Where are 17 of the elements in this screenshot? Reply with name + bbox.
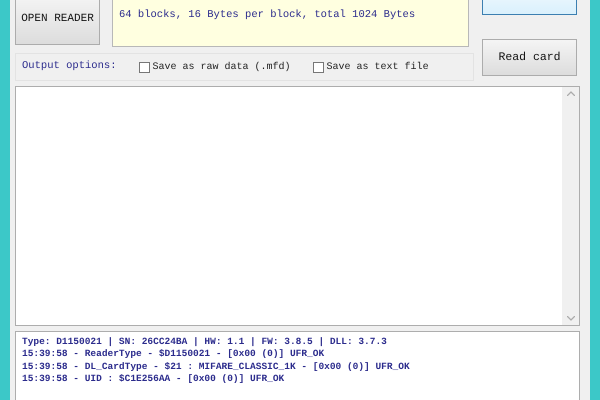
log-line: Type: D1150021 | SN: 26CC24BA | HW: 1.1 | FW: 3.8.5 | DLL: 3.7.3	[22, 336, 388, 348]
read-card-button[interactable]: Read card	[482, 39, 577, 76]
scroll-up-icon[interactable]	[566, 91, 574, 96]
scroll-down-icon[interactable]	[566, 316, 574, 321]
checkbox-label: Save as text file	[326, 60, 429, 74]
options-label: Output options:	[22, 59, 117, 74]
log-line: 15:39:58 - DL_CardType - $21 : MIFARE_CLASSIC_1K - [0x00 (0)] UFR_OK	[22, 360, 411, 373]
log-line: 15:39:58 - UID : $C1E256AA - [0x00 (0)] UFR_OK	[22, 372, 286, 386]
checkbox[interactable]	[312, 62, 324, 72]
open-reader-button[interactable]: OPEN READER	[15, 0, 100, 45]
log-line: 15:39:58 - ReaderType - $D1150021 - [0x00 (0)] UFR_OK	[22, 348, 326, 361]
checkbox-label: Save as raw data (.mfd)	[152, 60, 291, 74]
scroll-bar[interactable]	[562, 87, 579, 325]
info-text: 64 blocks, 16 Bytes per block, total 1024 Bytes	[119, 9, 416, 22]
cut-off-button[interactable]	[482, 0, 577, 15]
output-text-area[interactable]	[15, 86, 580, 326]
checkbox[interactable]	[138, 62, 150, 72]
